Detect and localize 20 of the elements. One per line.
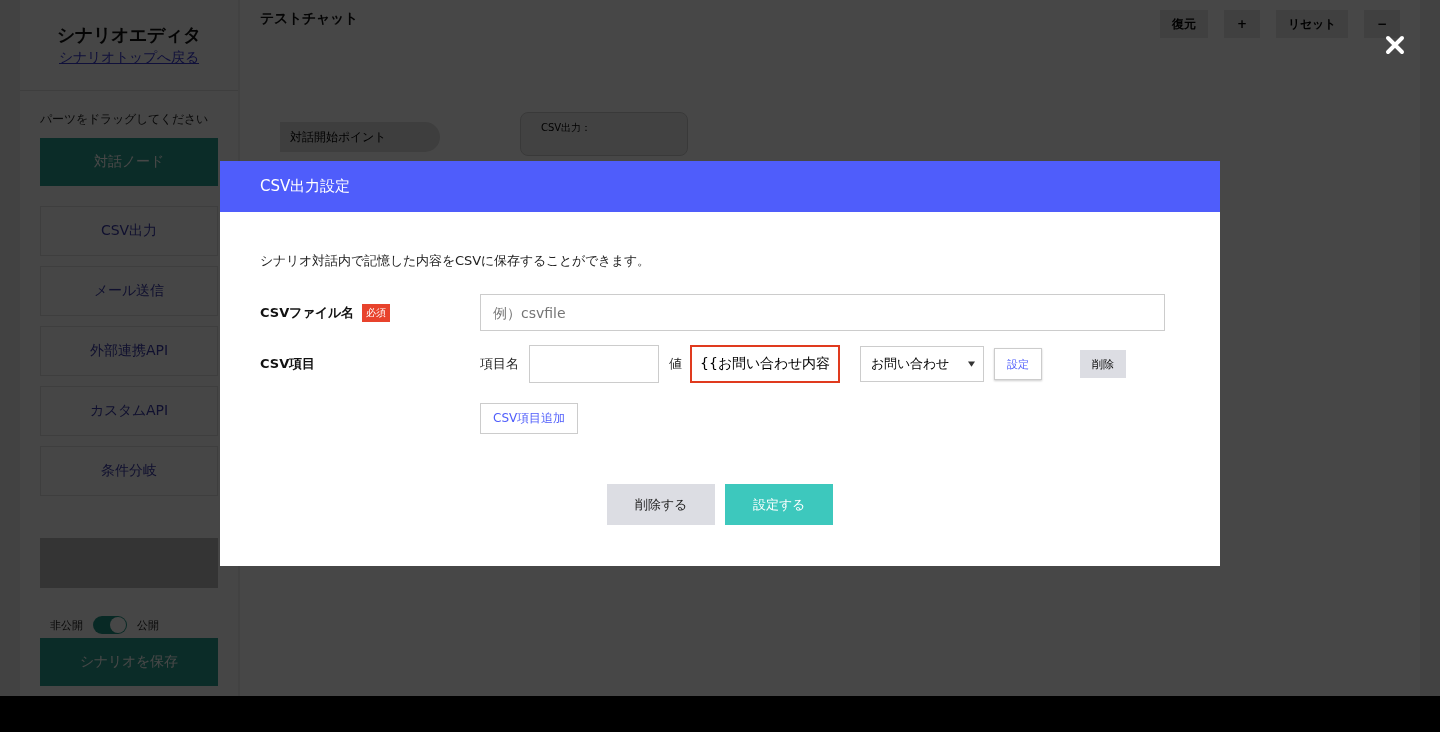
editor-title: シナリオエディタ — [57, 23, 201, 47]
set-button[interactable]: 設定 — [993, 348, 1042, 380]
field-label: CSVファイル名 — [260, 303, 355, 322]
add-item-button[interactable]: CSV項目追加 — [480, 403, 579, 434]
chat-title: テストチャット — [260, 10, 358, 28]
item-name-label: 項目名 — [480, 355, 519, 373]
field-label: CSV項目 — [260, 355, 316, 373]
file-name-field[interactable]: 例）csvfile — [480, 294, 1165, 331]
variable-select[interactable]: お問い合わせ — [859, 346, 984, 382]
modal-description: シナリオ対話内で記憶した内容をCSVに保存することができます。 — [260, 252, 652, 270]
close-icon[interactable] — [1385, 35, 1405, 55]
modal-title: CSV出力設定 — [260, 177, 351, 196]
footer-button[interactable]: 削除する — [607, 484, 715, 525]
delete-button[interactable]: 削除 — [1079, 350, 1126, 378]
required-badge: 必須 — [362, 303, 391, 322]
footer-button[interactable]: 設定する — [725, 484, 833, 525]
value-label: 値 — [669, 355, 682, 373]
value-field[interactable]: {{お問い合わせ内容 — [690, 345, 840, 383]
caret-icon — [967, 361, 975, 367]
item-name-field[interactable] — [529, 345, 659, 383]
